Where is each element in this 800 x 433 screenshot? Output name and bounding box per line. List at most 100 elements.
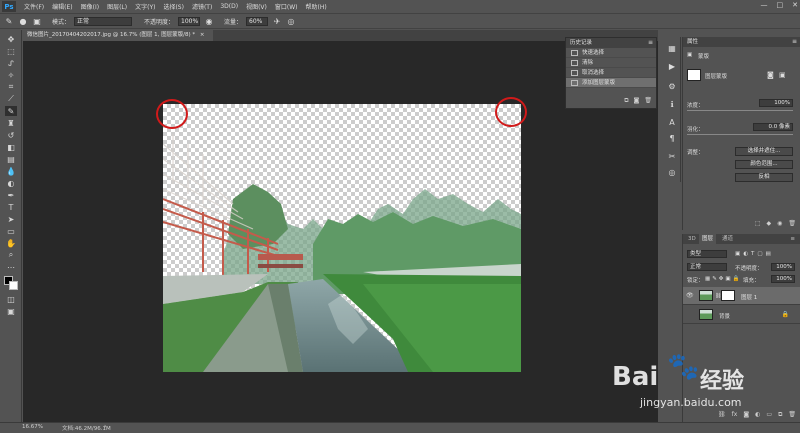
quick-select-tool-icon[interactable]: ✧ [5,70,17,80]
menu-filter[interactable]: 滤镜(T) [188,2,216,11]
close-button[interactable]: ✕ [792,1,798,9]
brush-tool-icon[interactable]: ✎ [4,16,14,26]
path-select-tool-icon[interactable]: ➤ [5,214,17,224]
mask-thumbnail[interactable] [687,69,701,81]
adjustment-layer-icon[interactable]: ◐ [755,411,760,419]
menu-help[interactable]: 帮助(H) [302,2,331,11]
history-panel-icon[interactable]: ▦ [667,43,677,53]
eye-icon[interactable]: 👁 [686,292,694,299]
visibility-icon[interactable]: ◉ [777,220,782,227]
quick-mask-icon[interactable]: ◫ [5,294,17,304]
layer-filter-icons[interactable]: ▣◐T▢▤ [735,251,774,257]
panel-menu-icon[interactable]: ≡ [792,37,797,47]
maximize-button[interactable]: □ [777,1,784,9]
select-and-mask-button[interactable]: 选择并遮住... [735,147,793,156]
crop-tool-icon[interactable]: ⌗ [5,82,17,92]
zoom-tool-icon[interactable]: ⌕ [5,250,17,260]
menu-image[interactable]: 图像(I) [77,2,103,11]
apply-mask-icon[interactable]: ◆ [767,220,772,227]
menu-view[interactable]: 视图(V) [242,2,271,11]
menu-type[interactable]: 文字(Y) [131,2,159,11]
trash-icon[interactable]: 🗑 [644,97,652,105]
pen-tool-icon[interactable]: ✒ [5,190,17,200]
menu-file[interactable]: 文件(F) [20,2,48,11]
background-color-swatch[interactable] [9,281,18,290]
blend-mode-select[interactable]: 正常 [687,263,727,271]
zoom-level[interactable]: 16.67% [22,424,43,430]
layer-row-background[interactable]: 背景 🔒 [683,306,800,324]
history-panel-header[interactable]: 历史记录 ≡ [566,38,656,48]
flow-field[interactable]: 60% [246,16,269,26]
brush-tool-icon[interactable]: ✎ [5,106,17,116]
document-image[interactable] [163,104,521,372]
eraser-tool-icon[interactable]: ◧ [5,142,17,152]
select-mask-icon[interactable]: ◙ [767,71,774,79]
tab-3d[interactable]: 3D [685,234,699,244]
fx-icon[interactable]: fx [732,411,738,419]
history-brush-tool-icon[interactable]: ↺ [5,130,17,140]
dodge-tool-icon[interactable]: ◐ [5,178,17,188]
menu-window[interactable]: 窗口(W) [271,2,302,11]
feather-slider[interactable] [687,134,793,135]
marquee-tool-icon[interactable]: ⬚ [5,46,17,56]
history-item-deselect[interactable]: 取消选择 [566,68,656,78]
new-layer-icon[interactable]: ⧉ [778,411,782,419]
history-item-add-mask[interactable]: 添加图层蒙版 [566,78,656,88]
character-panel-icon[interactable]: A [667,117,677,127]
density-field[interactable]: 100% [759,99,793,107]
pressure-size-icon[interactable]: ◎ [286,16,296,26]
feather-field[interactable]: 0.0 像素 [753,123,793,131]
layer-kind-filter[interactable]: 类型 [687,250,727,258]
minimize-button[interactable]: — [761,1,768,9]
layer-opacity-field[interactable]: 100% [771,263,795,271]
menu-3d[interactable]: 3D(D) [216,3,242,10]
airbrush-icon[interactable]: ✈ [272,16,282,26]
mode-select[interactable]: 正常 [74,16,133,26]
shape-tool-icon[interactable]: ▭ [5,226,17,236]
tab-channels[interactable]: 通道 [719,234,736,244]
brush-preset-icon[interactable]: ● [18,16,28,26]
history-item-clear[interactable]: 清除 [566,58,656,68]
3d-panel-icon[interactable]: ◎ [667,167,677,177]
more-tools-icon[interactable]: ⋯ [5,262,17,272]
tab-layers[interactable]: 图层 [699,234,717,244]
actions-panel-icon[interactable]: ▶ [667,61,677,71]
layer-mask-thumbnail[interactable] [721,290,735,301]
add-mask-icon[interactable]: ◙ [743,411,749,419]
panel-menu-icon[interactable]: ≡ [787,234,798,244]
load-selection-icon[interactable]: ⬚ [755,220,761,227]
properties-panel-header[interactable]: 属性 ≡ [683,37,800,47]
lock-icons[interactable]: ▦✎✥▣🔒 [705,276,741,282]
link-layers-icon[interactable]: ⛓ [718,411,726,419]
new-document-from-state-icon[interactable]: ⧉ [624,97,628,105]
menu-layer[interactable]: 图层(L) [103,2,131,11]
adjust-panel-icon[interactable]: ⚙ [667,81,677,91]
menu-select[interactable]: 选择(S) [159,2,188,11]
document-tab[interactable]: 微信图片_20170404202017.jpg @ 16.7% (图层 1, 图… [23,30,213,41]
gradient-tool-icon[interactable]: ▤ [5,154,17,164]
hand-tool-icon[interactable]: ✋ [5,238,17,248]
opacity-field[interactable]: 100% [178,16,201,26]
brush-panel-icon[interactable]: ▣ [32,16,42,26]
type-tool-icon[interactable]: T [5,202,17,212]
status-menu-arrow-icon[interactable]: › [104,423,106,430]
layer-row-layer1[interactable]: 👁 ⛓ 图层 1 [683,287,800,305]
paragraph-panel-icon[interactable]: ¶ [667,133,677,143]
trash-icon[interactable]: 🗑 [788,411,796,419]
eyedropper-tool-icon[interactable]: ⟋ [5,94,17,104]
blur-tool-icon[interactable]: 💧 [5,166,17,176]
fill-field[interactable]: 100% [771,275,795,283]
vector-mask-icon[interactable]: ▣ [779,71,786,79]
group-icon[interactable]: ▭ [766,411,772,419]
move-tool-icon[interactable]: ✥ [5,34,17,44]
pressure-opacity-icon[interactable]: ◉ [204,16,214,26]
screen-mode-icon[interactable]: ▣ [5,306,17,316]
invert-button[interactable]: 反相 [735,173,793,182]
history-item-quick-select[interactable]: 快速选择 [566,48,656,58]
snapshot-icon[interactable]: ◙ [634,97,640,105]
trash-icon[interactable]: 🗑 [788,220,796,227]
info-panel-icon[interactable]: ℹ [667,99,677,109]
document-tab-close[interactable]: × [200,32,205,38]
menu-edit[interactable]: 编辑(E) [48,2,76,11]
lasso-tool-icon[interactable]: ᔑ [5,58,17,68]
